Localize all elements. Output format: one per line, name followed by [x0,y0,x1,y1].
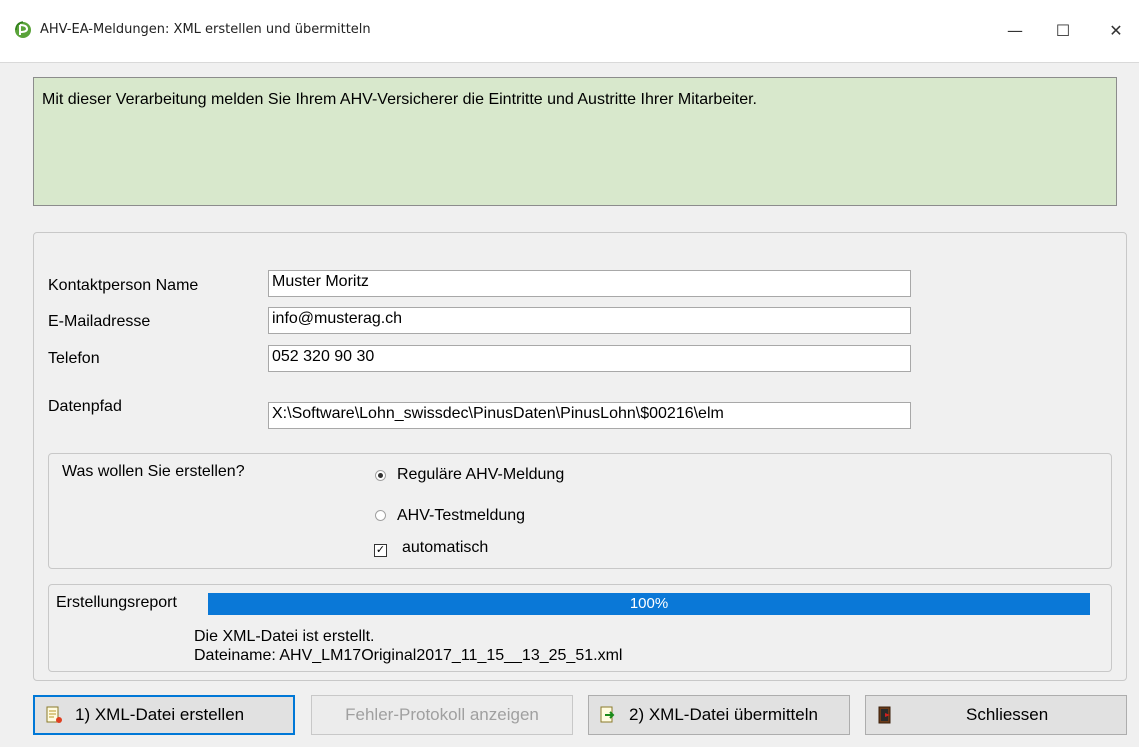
path-label: Datenpfad [48,398,122,415]
maximize-button[interactable]: ☐ [1043,14,1083,46]
regular-report-label[interactable]: Reguläre AHV-Meldung [397,466,564,484]
minimize-button[interactable]: — [995,14,1035,46]
options-question: Was wollen Sie erstellen? [62,463,245,480]
transmit-xml-button[interactable]: 2) XML-Datei übermitteln [588,695,850,735]
test-report-label[interactable]: AHV-Testmeldung [397,507,525,525]
contact-name-field[interactable]: Muster Moritz [268,270,911,297]
transmit-xml-label: 2) XML-Datei übermitteln [629,705,818,724]
close-window-button[interactable]: ✕ [1096,14,1136,46]
document-create-icon [46,706,62,723]
create-xml-label: 1) XML-Datei erstellen [75,705,245,724]
app-logo-icon [15,21,31,38]
create-xml-button[interactable]: 1) XML-Datei erstellen [33,695,295,735]
error-log-button[interactable]: Fehler-Protokoll anzeigen [311,695,573,735]
report-message-line2: Dateiname: AHV_LM17Original2017_11_15__1… [194,647,623,664]
email-field[interactable]: info@musterag.ch [268,307,911,334]
contact-label: Kontaktperson Name [48,277,199,294]
progress-text: 100% [629,595,669,612]
error-log-label: Fehler-Protokoll anzeigen [345,705,539,724]
email-label: E-Mailadresse [48,313,151,330]
automatic-checkbox[interactable]: ✓ [374,544,387,557]
report-message-line1: Die XML-Datei ist erstellt. [194,628,375,645]
test-report-radio[interactable] [375,510,386,521]
progress-bar: 100% [208,593,1090,615]
info-panel: Mit dieser Verarbeitung melden Sie Ihrem… [33,77,1117,206]
regular-report-radio[interactable] [375,470,386,481]
title-bar: AHV-EA-Meldungen: XML erstellen und über… [0,0,1139,63]
window-title: AHV-EA-Meldungen: XML erstellen und über… [40,22,371,37]
exit-door-icon [878,706,891,724]
info-text: Mit dieser Verarbeitung melden Sie Ihrem… [42,91,757,108]
report-label: Erstellungsreport [56,594,177,611]
phone-label: Telefon [48,350,100,367]
data-path-field[interactable]: X:\Software\Lohn_swissdec\PinusDaten\Pin… [268,402,911,429]
document-send-icon [600,706,615,723]
close-label: Schliessen [966,705,1049,724]
phone-field[interactable]: 052 320 90 30 [268,345,911,372]
automatic-label[interactable]: automatisch [402,539,488,557]
close-button[interactable]: Schliessen [865,695,1127,735]
